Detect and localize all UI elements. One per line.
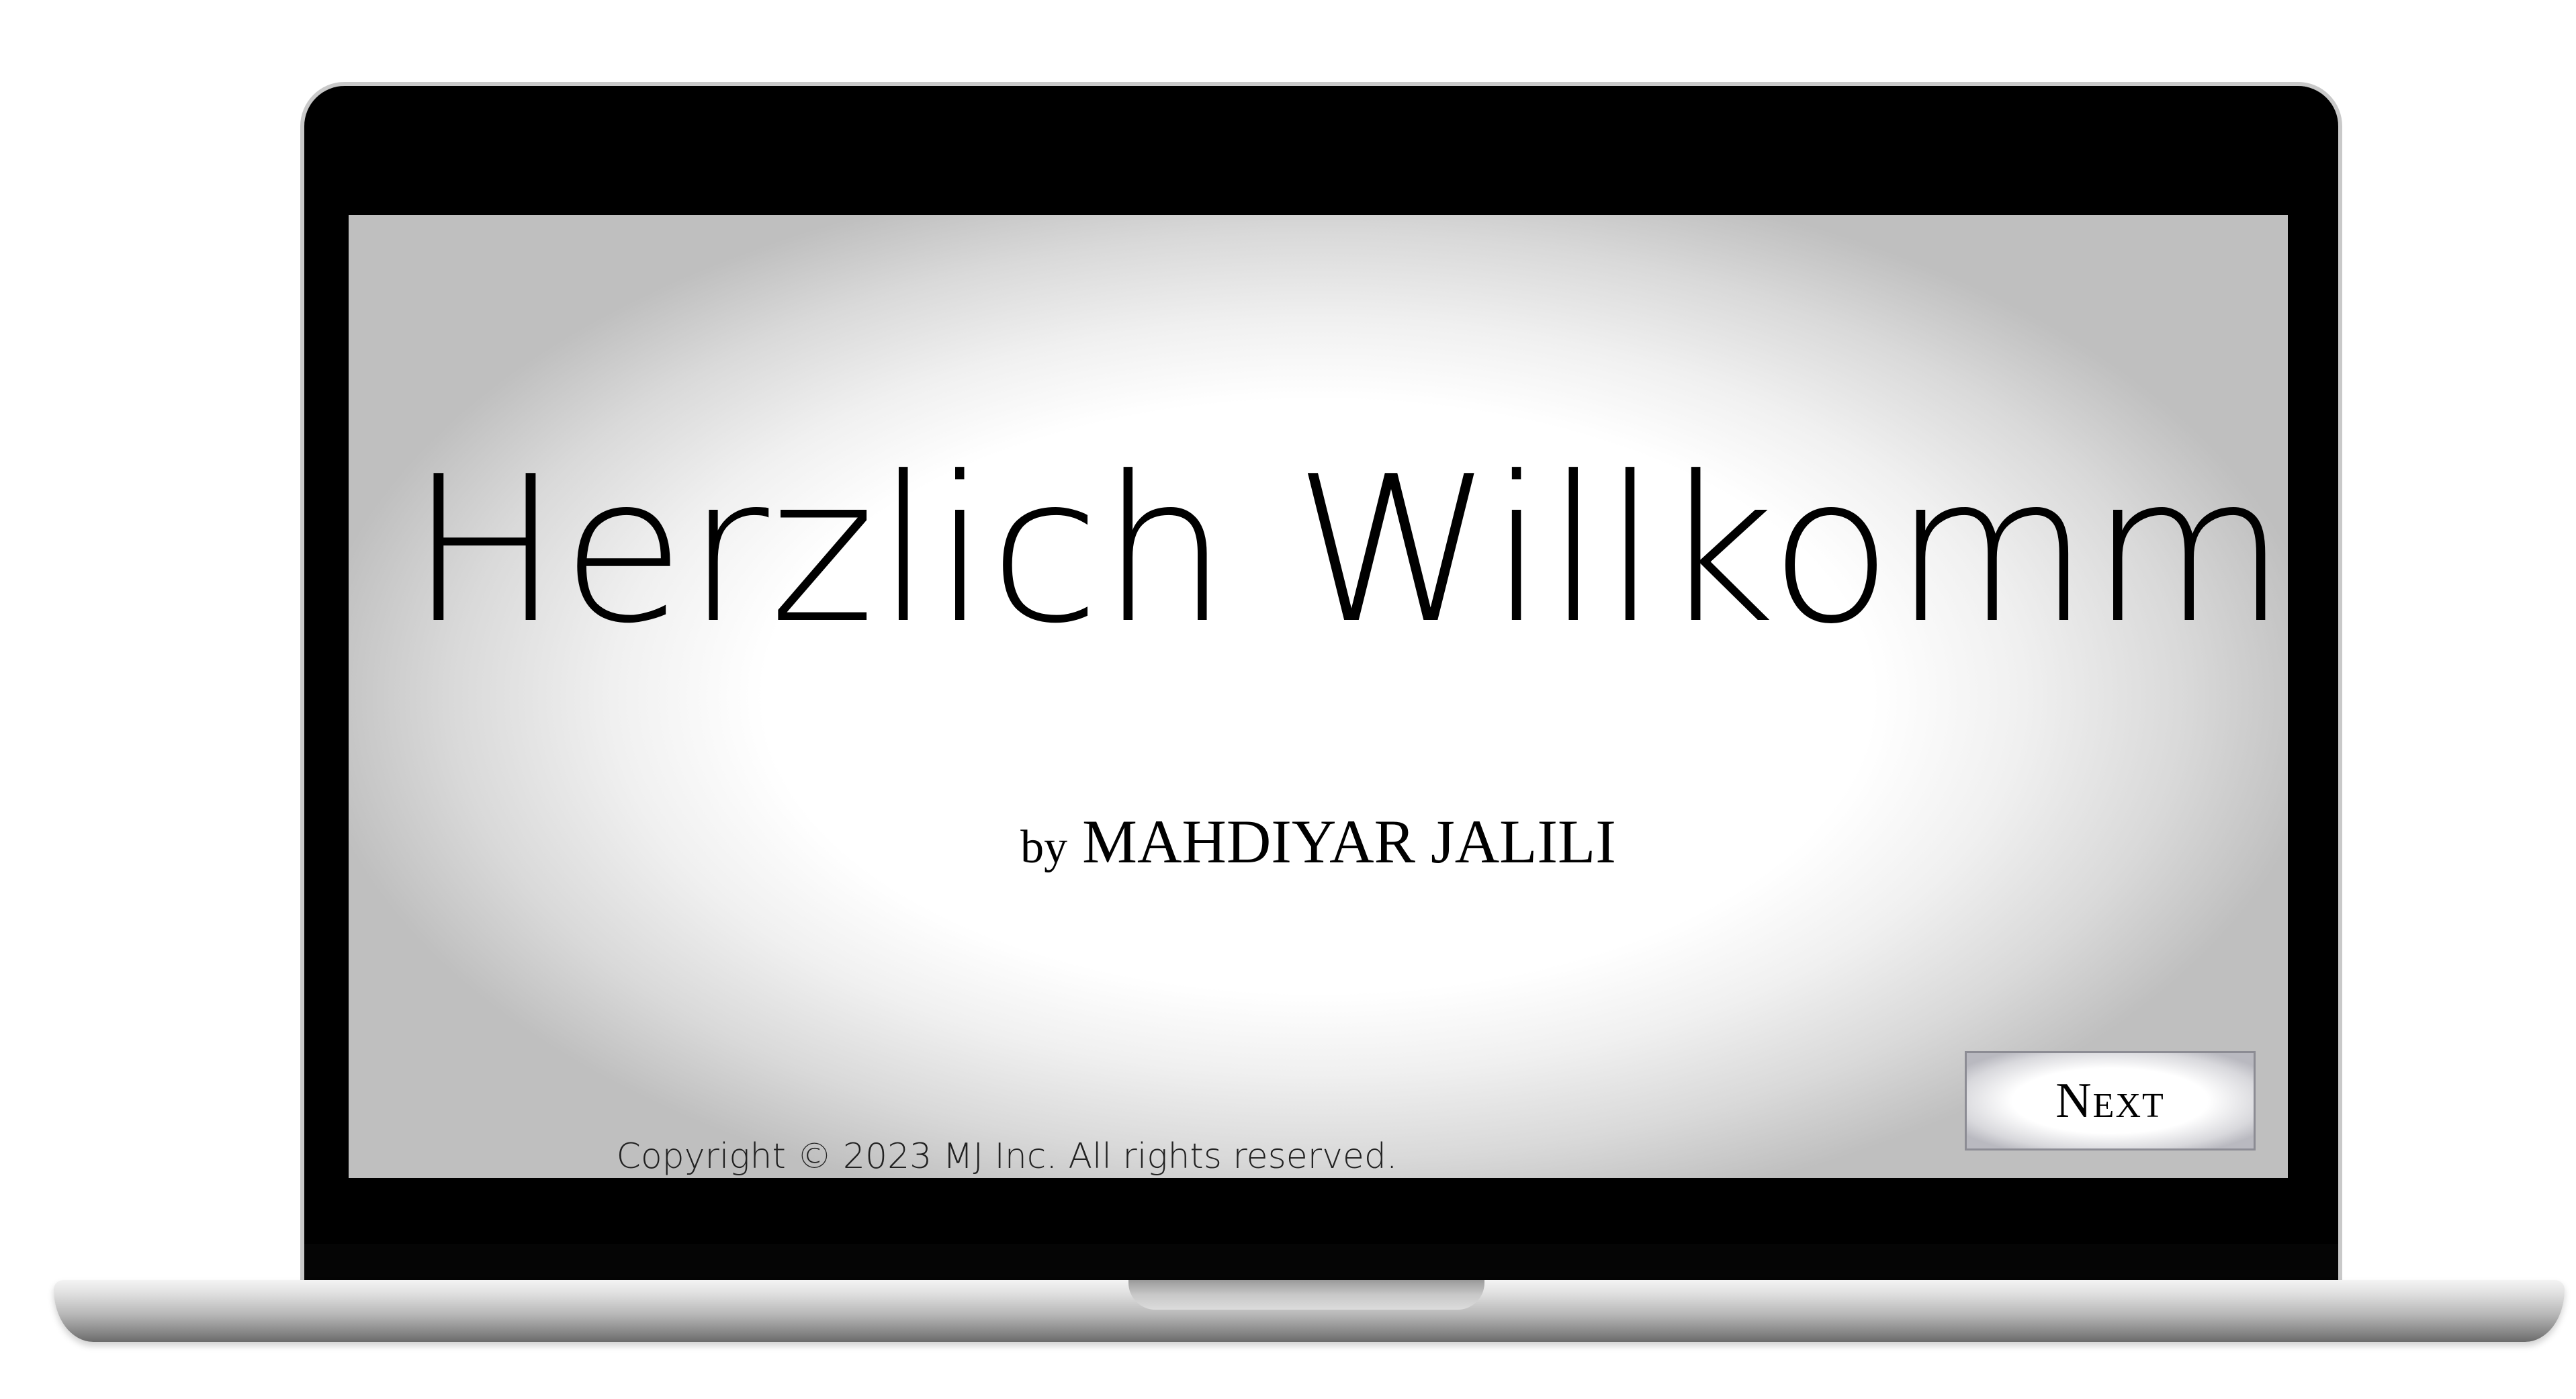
laptop-screen: Herzlich Willkommen by MAHDIYAR JALILI Co… [349,215,2288,1178]
laptop-opening-notch [1128,1280,1484,1310]
next-button-label: Next [2055,1073,2165,1128]
author-name: MAHDIYAR JALILI [1082,807,1616,876]
welcome-title: Herzlich Willkommen [409,433,2288,668]
next-button[interactable]: Next [1965,1051,2256,1150]
byline-prefix: by [1020,821,1068,873]
copyright-notice: Copyright © 2023 MJ Inc. All rights rese… [616,1136,1398,1177]
author-byline: by MAHDIYAR JALILI [349,806,2288,877]
laptop-base [54,1280,2565,1342]
